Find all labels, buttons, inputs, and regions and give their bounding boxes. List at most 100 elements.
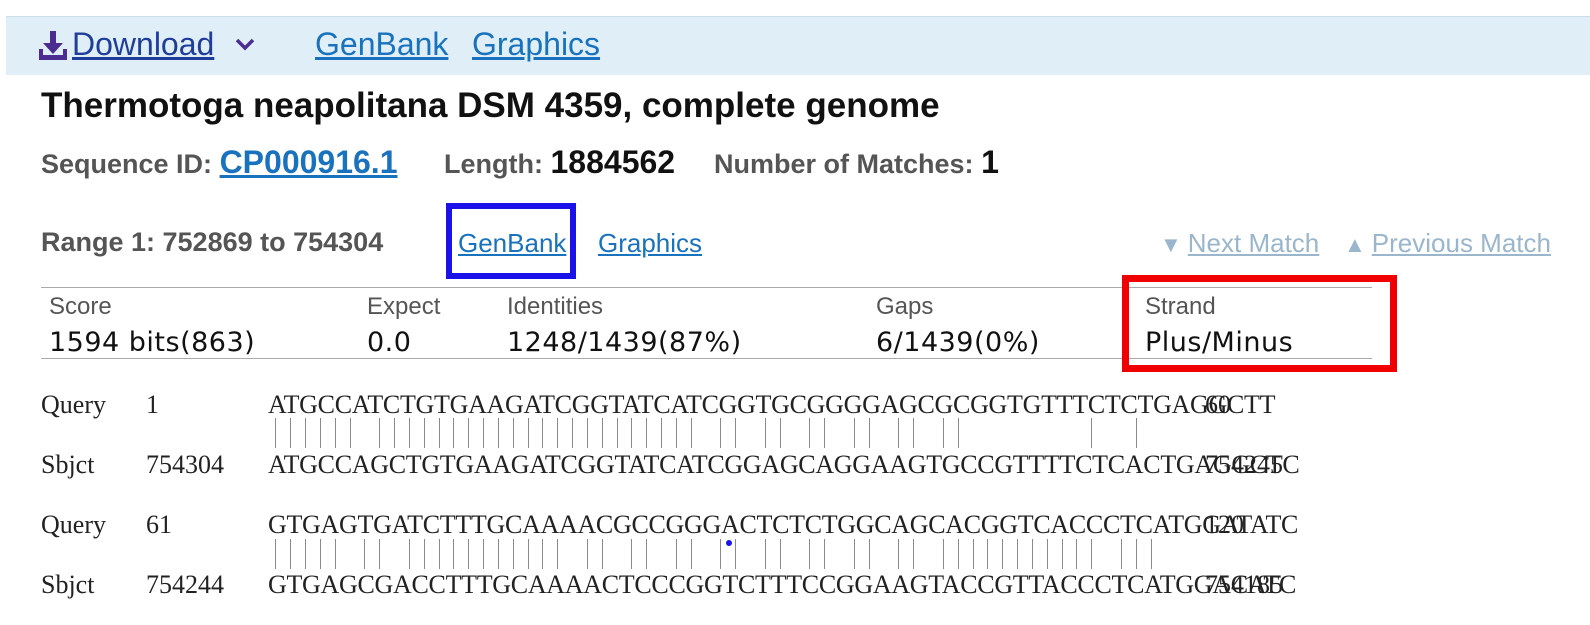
match-bar <box>601 418 603 448</box>
match-bar <box>319 539 321 569</box>
previous-match-label: Previous Match <box>1371 228 1551 258</box>
gaps-value: 6/1439(0%) <box>876 327 1040 358</box>
match-bar <box>305 418 307 448</box>
match-bar <box>512 418 514 448</box>
match-bar <box>334 539 336 569</box>
match-bar <box>1150 539 1152 569</box>
matches-value: 1 <box>981 144 999 180</box>
subject-sequence: ATGCCAGCTGTGAAGATCGGTATCATCGGAGCAGGAAGTG… <box>268 450 1300 479</box>
match-bar <box>853 418 855 448</box>
length-label: Length: <box>444 149 543 179</box>
match-bar <box>735 418 737 448</box>
match-bar <box>809 418 811 448</box>
page-title: Thermotoga neapolitana DSM 4359, complet… <box>41 86 940 125</box>
match-bar <box>675 539 677 569</box>
match-bar <box>290 418 292 448</box>
range-label: Range 1: 752869 to 754304 <box>41 227 384 257</box>
match-bar <box>542 418 544 448</box>
match-bar <box>764 418 766 448</box>
match-bar <box>527 539 529 569</box>
match-bar <box>542 539 544 569</box>
match-bar <box>661 418 663 448</box>
match-bar <box>364 539 366 569</box>
match-bar <box>1031 539 1033 569</box>
download-button[interactable]: Download <box>72 26 214 63</box>
match-bar <box>275 418 277 448</box>
match-bar <box>868 418 870 448</box>
sequence-id-link[interactable]: CP000916.1 <box>220 144 398 180</box>
query-sequence: GTGAGTGATCTTTGCAAAACGCCGGGACTCTCTGGCAGCA… <box>268 510 1299 539</box>
match-bar <box>379 539 381 569</box>
length-value: 1884562 <box>550 144 676 180</box>
match-bar <box>1135 418 1137 448</box>
match-bar <box>913 418 915 448</box>
match-bar <box>586 539 588 569</box>
genbank-link[interactable]: GenBank <box>315 26 448 63</box>
match-bars <box>268 418 1158 448</box>
match-bar <box>453 539 455 569</box>
subject-label: Sbjct <box>41 570 95 599</box>
score-value: 1594 bits(863) <box>49 327 256 358</box>
match-bar <box>779 539 781 569</box>
match-bar <box>468 539 470 569</box>
match-bar <box>853 539 855 569</box>
match-bar <box>690 539 692 569</box>
download-toolbar: Download GenBank Graphics <box>6 16 1590 75</box>
genbank-highlight-box <box>446 203 576 279</box>
range-graphics-link[interactable]: Graphics <box>598 228 702 259</box>
match-bar <box>898 539 900 569</box>
match-bar <box>438 418 440 448</box>
previous-match-link[interactable]: ▲ Previous Match <box>1344 228 1551 259</box>
length-row: Length: 1884562 <box>444 144 675 181</box>
chevron-down-icon[interactable] <box>234 37 256 51</box>
match-bar <box>957 418 959 448</box>
match-bar <box>557 418 559 448</box>
match-bar <box>720 539 722 569</box>
triangle-up-icon: ▲ <box>1344 232 1366 257</box>
match-bar <box>675 418 677 448</box>
match-bar <box>957 539 959 569</box>
strand-highlight-box <box>1122 275 1397 372</box>
identities-header: Identities <box>507 293 604 320</box>
match-bar <box>1017 539 1019 569</box>
match-bar <box>334 418 336 448</box>
gaps-header: Gaps <box>876 293 934 320</box>
match-bar <box>319 418 321 448</box>
subject-sequence: GTGAGCGACCTTTGCAAAACTCCCGGTCTTTCCGGAAGTA… <box>268 570 1296 599</box>
query-label: Query <box>41 390 106 419</box>
match-bar <box>483 539 485 569</box>
match-bar <box>1046 539 1048 569</box>
expect-value: 0.0 <box>367 327 412 358</box>
next-match-label: Next Match <box>1187 228 1320 258</box>
query-end: 120 <box>1205 510 1244 539</box>
match-bar <box>438 539 440 569</box>
download-icon[interactable] <box>36 29 70 63</box>
match-bar <box>394 418 396 448</box>
match-bar <box>572 418 574 448</box>
match-bar <box>631 418 633 448</box>
match-bar <box>942 539 944 569</box>
match-bar <box>779 418 781 448</box>
match-bar <box>809 539 811 569</box>
match-bar <box>349 418 351 448</box>
next-match-link[interactable]: ▼ Next Match <box>1160 228 1319 259</box>
match-bar <box>601 539 603 569</box>
match-bar <box>824 539 826 569</box>
match-bar <box>1091 539 1093 569</box>
mismatch-marker <box>726 540 732 546</box>
match-bar <box>408 539 410 569</box>
graphics-link[interactable]: Graphics <box>472 26 600 63</box>
match-bar <box>379 418 381 448</box>
match-bars <box>268 539 1158 569</box>
match-bar <box>275 539 277 569</box>
match-bar <box>646 418 648 448</box>
query-start: 61 <box>146 510 172 539</box>
match-bar <box>305 539 307 569</box>
subject-start: 754304 <box>146 450 224 479</box>
match-bar <box>720 418 722 448</box>
subject-end: 754245 <box>1205 450 1283 479</box>
match-bar <box>824 418 826 448</box>
match-bar <box>1002 539 1004 569</box>
subject-label: Sbjct <box>41 450 95 479</box>
match-bar <box>1091 418 1093 448</box>
